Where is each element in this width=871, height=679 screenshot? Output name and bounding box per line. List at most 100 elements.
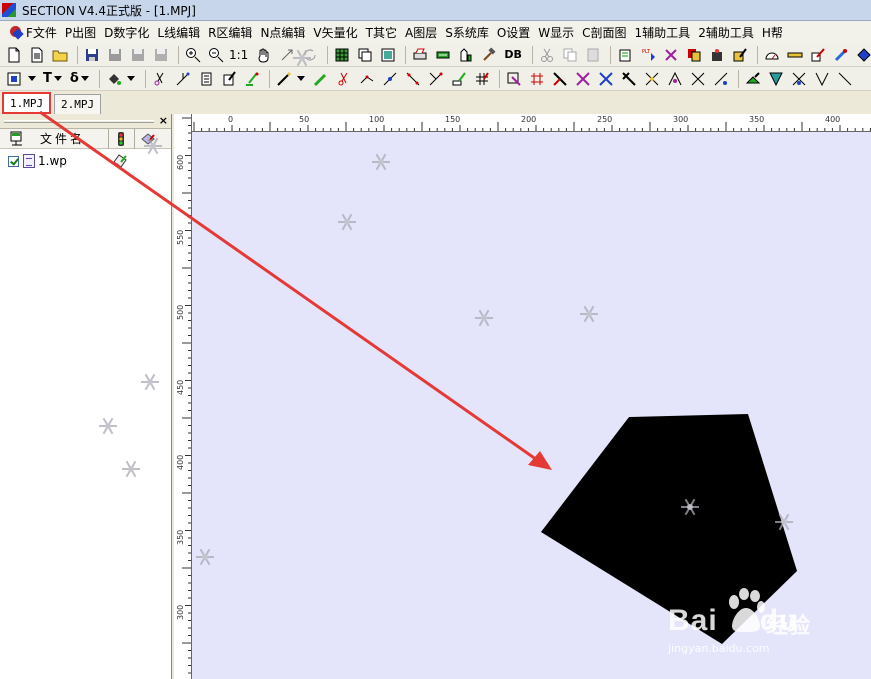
zoom-1-1-button[interactable]: 1:1: [229, 48, 248, 62]
menu-file[interactable]: F文件: [4, 22, 61, 42]
tab-2-mpj[interactable]: 2.MPJ: [54, 94, 102, 114]
window-icon[interactable]: [378, 46, 398, 64]
menu-vectorize[interactable]: V矢量化: [309, 22, 361, 42]
menu-other[interactable]: T其它: [362, 22, 401, 42]
refresh-icon[interactable]: [300, 46, 320, 64]
point-tool-icon[interactable]: [615, 46, 635, 64]
zoom-out-icon[interactable]: [206, 46, 226, 64]
region-merge-icon[interactable]: [812, 70, 832, 88]
project-tree-icon[interactable]: [10, 131, 28, 147]
line-style-icon[interactable]: [433, 46, 453, 64]
save-all-icon[interactable]: [128, 46, 148, 64]
paint-region-icon[interactable]: [743, 70, 763, 88]
print-icon[interactable]: [410, 46, 430, 64]
region-attr-icon[interactable]: [766, 70, 786, 88]
chevron-down-icon[interactable]: [27, 70, 36, 88]
text-tool-button[interactable]: T: [43, 71, 52, 86]
menu-settings[interactable]: O设置: [493, 22, 534, 42]
edit-layer-icon[interactable]: [140, 131, 156, 147]
save-icon[interactable]: [82, 46, 102, 64]
area-select-icon[interactable]: [504, 70, 524, 88]
menu-layer[interactable]: A图层: [401, 22, 441, 42]
color-square-icon[interactable]: [4, 70, 24, 88]
copy-icon[interactable]: [560, 46, 580, 64]
export-icon[interactable]: [151, 46, 171, 64]
area-grid-icon[interactable]: [527, 70, 547, 88]
ruler-icon[interactable]: [785, 46, 805, 64]
area-move-icon[interactable]: [550, 70, 570, 88]
area-tool-icon[interactable]: [711, 70, 731, 88]
node-tool-icon[interactable]: [661, 46, 681, 64]
delta-tool-button[interactable]: δ: [70, 71, 79, 86]
tab-1-mpj[interactable]: 1.MPJ: [2, 92, 52, 114]
save-as-icon[interactable]: [105, 46, 125, 64]
paste-icon[interactable]: [583, 46, 603, 64]
traffic-light-icon[interactable]: [113, 131, 129, 147]
menu-digitize[interactable]: D数字化: [100, 22, 153, 42]
edit-properties-icon[interactable]: [730, 46, 750, 64]
pencil-edit-icon[interactable]: [808, 46, 828, 64]
move-node-icon[interactable]: [357, 70, 377, 88]
cut-line-icon[interactable]: [150, 70, 170, 88]
delete-line-icon[interactable]: [334, 70, 354, 88]
menu-region-edit[interactable]: R区编辑: [204, 22, 256, 42]
area-edit-icon[interactable]: [665, 70, 685, 88]
menu-aux-tools-1[interactable]: 1辅助工具: [631, 22, 695, 42]
column-divider[interactable]: [134, 129, 135, 149]
area-link-icon[interactable]: [688, 70, 708, 88]
draw-line-icon[interactable]: [274, 70, 294, 88]
edit-line-icon[interactable]: [449, 70, 469, 88]
pen-line-icon[interactable]: [242, 70, 262, 88]
region-more-icon[interactable]: [835, 70, 855, 88]
close-icon[interactable]: ×: [159, 114, 168, 127]
brush-icon[interactable]: [831, 46, 851, 64]
menu-system-library[interactable]: S系统库: [441, 22, 493, 42]
layers-icon[interactable]: [355, 46, 375, 64]
join-line-icon[interactable]: [426, 70, 446, 88]
open-folder-icon[interactable]: [50, 46, 70, 64]
measure-icon[interactable]: [456, 46, 476, 64]
new-icon[interactable]: [4, 46, 24, 64]
visibility-checkbox[interactable]: [8, 155, 19, 167]
menu-point-edit[interactable]: N点编辑: [256, 22, 309, 42]
copy-layer-icon[interactable]: [684, 46, 704, 64]
menu-display[interactable]: W显示: [534, 22, 578, 42]
chevron-down-icon[interactable]: [297, 70, 306, 88]
region-cut-icon[interactable]: [789, 70, 809, 88]
menu-section[interactable]: C剖面图: [578, 22, 630, 42]
database-button[interactable]: DB: [504, 48, 522, 61]
plot-arrow-icon[interactable]: PLT: [638, 46, 658, 64]
redraw-icon[interactable]: [277, 46, 297, 64]
grid-edit-icon[interactable]: [472, 70, 492, 88]
new-file-icon[interactable]: [27, 46, 47, 64]
cut-icon[interactable]: [537, 46, 557, 64]
extend-line-icon[interactable]: [173, 70, 193, 88]
pan-hand-icon[interactable]: [254, 46, 274, 64]
menu-help[interactable]: H帮: [758, 22, 787, 42]
insert-node-icon[interactable]: [380, 70, 400, 88]
panel-grip[interactable]: [4, 120, 154, 123]
chevron-down-icon[interactable]: [81, 70, 90, 88]
pencil-icon[interactable]: [311, 70, 331, 88]
column-file-name[interactable]: 文件名: [40, 130, 85, 147]
edit-doc-icon[interactable]: [219, 70, 239, 88]
chevron-down-icon[interactable]: [127, 70, 136, 88]
column-divider[interactable]: [108, 129, 109, 149]
text-doc-icon[interactable]: [196, 70, 216, 88]
zoom-in-icon[interactable]: [183, 46, 203, 64]
file-list-item[interactable]: 1.wp: [8, 154, 127, 168]
area-copy-icon[interactable]: [573, 70, 593, 88]
gauge-icon[interactable]: [762, 46, 782, 64]
grid-table-icon[interactable]: [332, 46, 352, 64]
edit-status-icon[interactable]: [112, 152, 128, 168]
chevron-down-icon[interactable]: [54, 70, 63, 88]
area-union-icon[interactable]: [619, 70, 639, 88]
menu-aux-tools-2[interactable]: 2辅助工具: [694, 22, 758, 42]
area-split-icon[interactable]: [642, 70, 662, 88]
fill-area-icon[interactable]: [104, 70, 124, 88]
split-line-icon[interactable]: [403, 70, 423, 88]
diamond-fill-icon[interactable]: [854, 46, 871, 64]
menu-line-edit[interactable]: L线编辑: [153, 22, 204, 42]
area-delete-icon[interactable]: [596, 70, 616, 88]
bucket-icon[interactable]: [707, 46, 727, 64]
